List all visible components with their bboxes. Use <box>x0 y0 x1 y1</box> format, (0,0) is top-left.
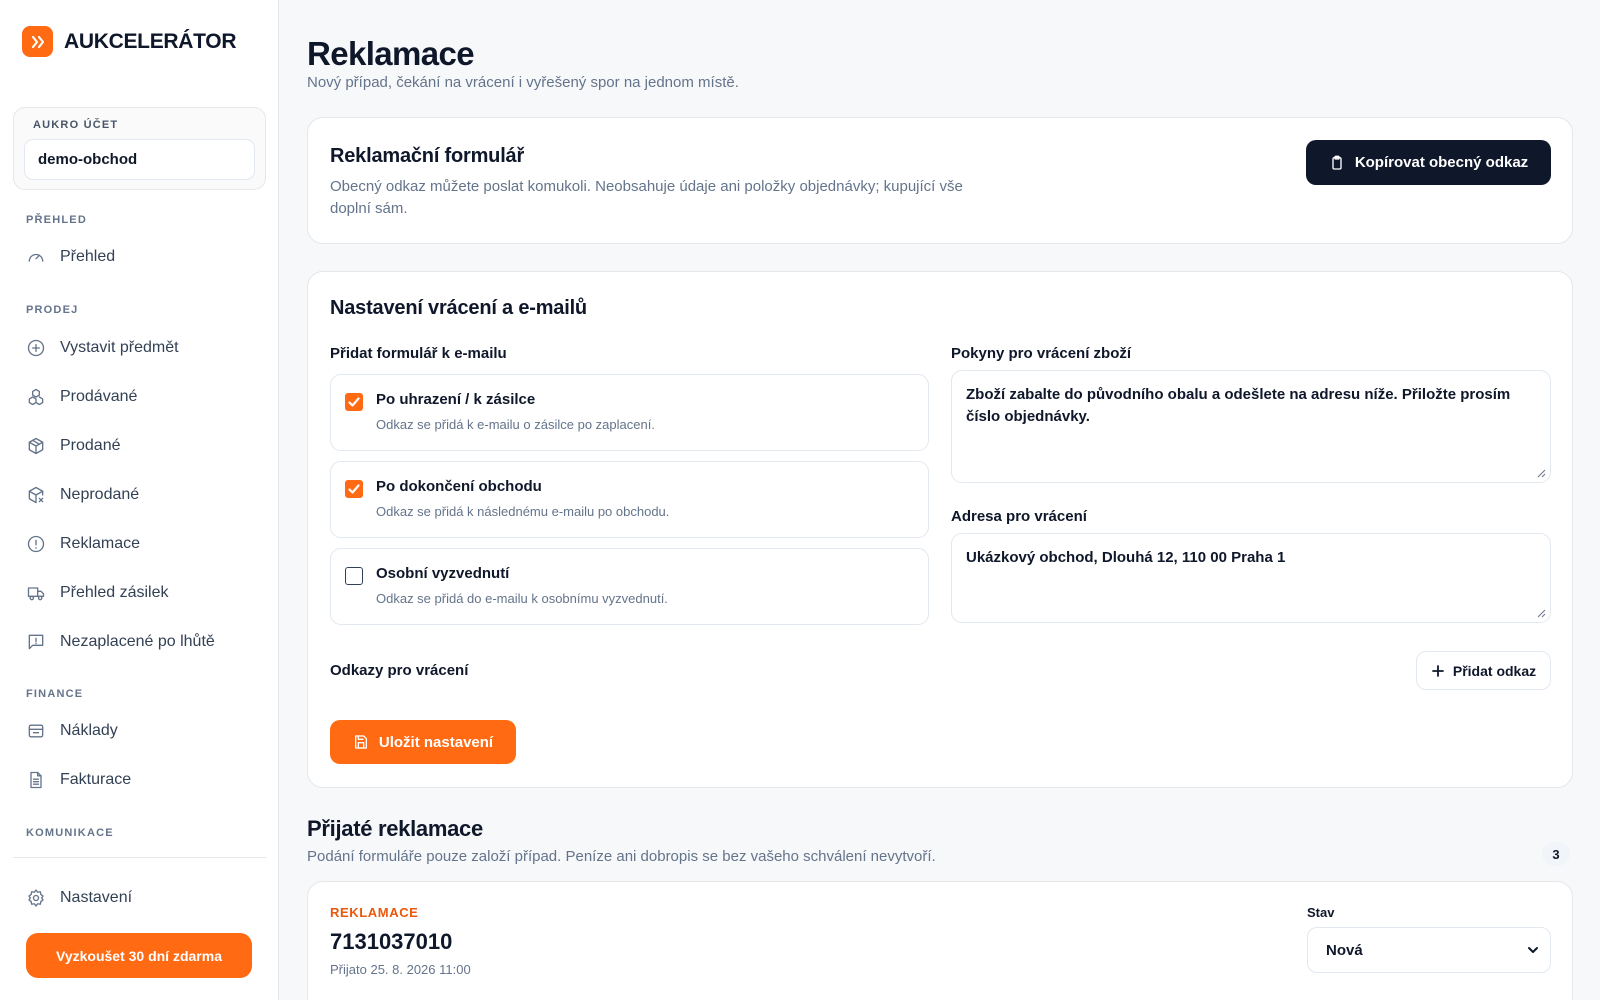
package-icon <box>28 437 44 455</box>
option-desc: Odkaz se přidá k e-mailu o zásilce po za… <box>376 417 655 432</box>
package-x-icon <box>28 486 44 504</box>
attach-form-label: Přidat formulář k e-mailu <box>330 345 507 362</box>
brand-logo-icon <box>22 26 53 57</box>
sidebar: AUKCELERÁTOR AUKRO ÚČET demo-obchod PŘEH… <box>0 0 279 1000</box>
add-link-button[interactable]: Přidat odkaz <box>1416 651 1551 690</box>
status-label: Stav <box>1307 905 1335 920</box>
chevron-down-icon <box>1528 947 1538 953</box>
gear-icon <box>28 889 44 907</box>
status-select[interactable]: Nová <box>1307 927 1551 973</box>
sidebar-item-label: Nezaplacené po lhůtě <box>60 633 215 650</box>
claim-form-card: Reklamační formulář Obecný odkaz můžete … <box>307 117 1573 244</box>
sidebar-item-prodane[interactable]: Prodané <box>26 431 121 461</box>
option-title: Osobní vyzvednutí <box>376 565 510 582</box>
received-claims-title: Přijaté reklamace <box>307 816 483 841</box>
return-links-label: Odkazy pro vrácení <box>330 662 469 679</box>
save-settings-label: Uložit nastavení <box>378 733 494 751</box>
account-label: AUKRO ÚČET <box>33 119 119 131</box>
nav-section-finance: FINANCE <box>26 688 84 700</box>
checkbox-personal-pickup[interactable] <box>345 567 363 585</box>
sidebar-item-prehled[interactable]: Přehled <box>26 242 115 272</box>
received-claims-subtitle: Podání formuláře pouze založí případ. Pe… <box>307 848 936 865</box>
account-input[interactable]: demo-obchod <box>24 139 255 180</box>
copy-link-label: Kopírovat obecný odkaz <box>1354 154 1529 171</box>
claim-form-title: Reklamační formulář <box>330 145 525 167</box>
option-title: Po dokončení obchodu <box>376 478 542 495</box>
sidebar-item-label: Nastavení <box>60 889 133 906</box>
sidebar-item-nastaveni[interactable]: Nastavení <box>26 883 132 913</box>
save-settings-button[interactable]: Uložit nastavení <box>330 720 516 764</box>
sidebar-item-reklamace[interactable]: Reklamace <box>26 529 140 559</box>
add-link-label: Přidat odkaz <box>1452 662 1537 679</box>
sidebar-item-label: Neprodané <box>60 486 140 503</box>
check-icon <box>348 397 360 407</box>
page-title: Reklamace <box>307 35 475 72</box>
sidebar-item-vystavit[interactable]: Vystavit předmět <box>26 333 179 363</box>
gauge-icon <box>28 253 44 262</box>
resize-grip-icon[interactable] <box>1537 609 1546 618</box>
instructions-label: Pokyny pro vrácení zboží <box>951 345 1132 362</box>
address-label: Adresa pro vrácení <box>951 508 1087 525</box>
instructions-value: Zboží zabalte do původního obalu a odešl… <box>966 386 1511 425</box>
sidebar-item-prodavane[interactable]: Prodávané <box>26 382 137 412</box>
return-settings-title: Nastavení vrácení a e-mailů <box>330 297 587 319</box>
sidebar-item-naklady[interactable]: Náklady <box>26 716 118 746</box>
nav-section-overview: PŘEHLED <box>26 214 87 226</box>
trial-button[interactable]: Vyzkoušet 30 dní zdarma <box>26 933 252 978</box>
message-alert-icon <box>28 634 44 650</box>
claim-kind: REKLAMACE <box>330 905 419 920</box>
plus-circle-icon <box>27 339 45 357</box>
boxes-icon <box>28 388 44 406</box>
brand[interactable]: AUKCELERÁTOR <box>22 26 236 57</box>
address-textarea[interactable]: Ukázkový obchod, Dlouhá 12, 110 00 Praha… <box>951 533 1551 623</box>
nav-section-communication: KOMUNIKACE <box>26 827 114 839</box>
claims-count-badge: 3 <box>1542 842 1570 866</box>
sidebar-item-label: Přehled <box>60 248 116 265</box>
sidebar-item-label: Reklamace <box>60 535 141 552</box>
nav-section-sales: PRODEJ <box>26 304 79 316</box>
brand-name: AUKCELERÁTOR <box>64 29 237 53</box>
option-desc: Odkaz se přidá do e-mailu k osobnímu vyz… <box>376 591 668 606</box>
alert-circle-icon <box>27 535 45 553</box>
claim-id[interactable]: 7131037010 <box>330 929 452 955</box>
sidebar-item-label: Prodané <box>60 437 121 454</box>
page-subtitle: Nový případ, čekání na vrácení i vyřešen… <box>307 74 739 91</box>
option-after-payment[interactable]: Po uhrazení / k zásilce Odkaz se přidá k… <box>330 374 929 451</box>
sidebar-item-zasilky[interactable]: Přehled zásilek <box>26 578 169 608</box>
clipboard-icon <box>1332 155 1342 170</box>
save-icon <box>354 735 367 749</box>
sidebar-item-nezaplacene[interactable]: Nezaplacené po lhůtě <box>26 627 215 657</box>
plus-icon <box>1431 664 1444 677</box>
claim-form-description-1: Obecný odkaz můžete poslat komukoli. Neo… <box>330 178 963 195</box>
sidebar-item-label: Vystavit předmět <box>60 339 179 356</box>
account-box: AUKRO ÚČET demo-obchod <box>13 107 266 190</box>
checkbox-after-payment[interactable] <box>345 393 363 411</box>
sidebar-item-neprodane[interactable]: Neprodané <box>26 480 139 510</box>
instructions-textarea[interactable]: Zboží zabalte do původního obalu a odešl… <box>951 370 1551 483</box>
claim-received-date: Přijato 25. 8. 2026 11:00 <box>330 962 471 977</box>
sidebar-item-label: Přehled zásilek <box>60 584 169 601</box>
status-select-value: Nová <box>1326 941 1363 959</box>
check-icon <box>348 484 360 494</box>
sidebar-item-fakturace[interactable]: Fakturace <box>26 765 131 795</box>
option-after-deal[interactable]: Po dokončení obchodu Odkaz se přidá k ná… <box>330 461 929 538</box>
option-personal-pickup[interactable]: Osobní vyzvednutí Odkaz se přidá do e-ma… <box>330 548 929 625</box>
sidebar-divider <box>13 857 266 858</box>
sidebar-item-label: Prodávané <box>60 388 138 405</box>
truck-icon <box>27 587 45 601</box>
sidebar-item-label: Náklady <box>60 722 118 739</box>
document-icon <box>30 771 42 789</box>
sidebar-item-label: Fakturace <box>60 771 132 788</box>
checkbox-after-deal[interactable] <box>345 480 363 498</box>
claim-form-description-2: doplní sám. <box>330 200 408 217</box>
address-value: Ukázkový obchod, Dlouhá 12, 110 00 Praha… <box>966 549 1286 566</box>
wallet-icon <box>28 724 44 738</box>
option-title: Po uhrazení / k zásilce <box>376 391 536 408</box>
copy-link-button[interactable]: Kopírovat obecný odkaz <box>1306 140 1551 185</box>
resize-grip-icon[interactable] <box>1537 469 1546 478</box>
option-desc: Odkaz se přidá k následnému e-mailu po o… <box>376 504 670 519</box>
